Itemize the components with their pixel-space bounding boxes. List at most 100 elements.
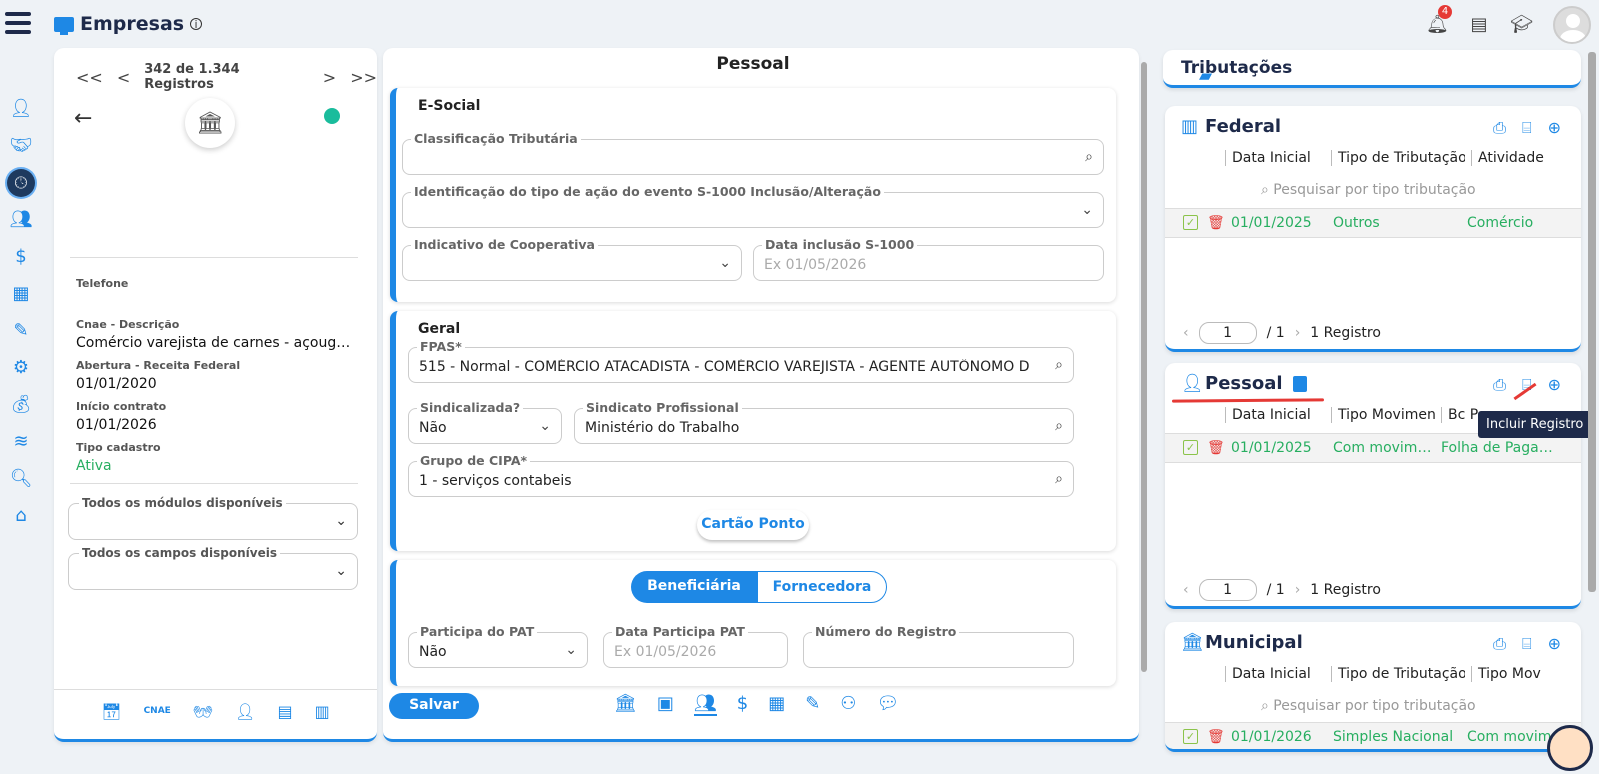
next-record-button[interactable]: > — [323, 68, 336, 87]
numero-registro-field[interactable]: Número do Registro — [803, 624, 1074, 668]
document-search-icon[interactable]: ⎙ — [1493, 634, 1506, 654]
chevron-down-icon: ⌄ — [719, 255, 731, 271]
calculator-icon[interactable]: ▦ — [0, 275, 42, 312]
cnae-button[interactable]: CNAE — [144, 702, 171, 721]
save-button[interactable]: Salvar — [389, 693, 479, 719]
user-avatar[interactable] — [1553, 6, 1591, 44]
person-settings-icon[interactable]: 👤︎ — [235, 702, 255, 721]
building-icon[interactable]: ▥ — [315, 702, 330, 721]
left-toolbar: 📅︎ CNAE 👐︎ 👤︎ ▤ ▥ — [54, 689, 377, 721]
check-icon[interactable]: ✓ — [1183, 215, 1198, 230]
badge-icon[interactable] — [1293, 376, 1307, 392]
menu-icon[interactable] — [5, 12, 31, 38]
document-search-icon[interactable]: ⎙ — [1493, 375, 1506, 395]
people-icon[interactable]: 👥︎ — [693, 693, 717, 716]
trash-icon[interactable]: 🗑︎ — [1207, 729, 1225, 745]
federal-pager: ‹ 1 / 1 › 1 Registro — [1183, 322, 1381, 344]
prev-page-icon[interactable]: ‹ — [1183, 582, 1189, 598]
cartao-ponto-button[interactable]: Cartão Ponto — [697, 510, 809, 540]
federal-search[interactable]: ⌕ Pesquisar por tipo tributação — [1261, 182, 1476, 198]
search-icon[interactable]: ⌕ — [1055, 471, 1063, 487]
handshake-icon[interactable]: 🤝︎ — [0, 127, 42, 164]
search-icon[interactable]: ⌕ — [1055, 418, 1063, 434]
participa-pat-select[interactable]: Participa do PAT Não ⌄ — [408, 624, 588, 668]
first-record-button[interactable]: << — [76, 68, 103, 87]
federal-actions: ⎙ ⌸ ⊕ — [1493, 118, 1561, 138]
last-record-button[interactable]: >> — [350, 68, 377, 87]
identificacao-select[interactable]: Identificação do tipo de ação do evento … — [402, 184, 1104, 228]
document-edit-icon[interactable]: ✎ — [805, 693, 820, 716]
classificacao-field[interactable]: Classificação Tributária ⌕ — [402, 131, 1104, 175]
scroll-icon[interactable]: ⌸ — [1522, 634, 1532, 654]
calendar-icon[interactable]: 📅︎ — [101, 702, 121, 721]
trash-icon[interactable]: 🗑︎ — [1207, 440, 1225, 456]
fpas-field[interactable]: FPAS* 515 - Normal - COMÉRCIO ATACADISTA… — [408, 339, 1074, 383]
document-search-icon[interactable]: ▤ — [1468, 14, 1490, 36]
invoice-icon[interactable]: ▣ — [657, 693, 674, 716]
module-toolbar: 🏛︎ ▣ 👥︎ $ ▦ ✎ ⚇ 💬︎ — [614, 693, 899, 716]
cooperativa-select[interactable]: Indicativo de Cooperativa ⌄ — [402, 237, 742, 281]
municipal-search[interactable]: ⌕ Pesquisar por tipo tributação — [1261, 698, 1476, 714]
calculator-icon[interactable]: ▦ — [768, 693, 785, 716]
hand-people-icon[interactable]: 👐︎ — [193, 702, 213, 721]
add-icon[interactable]: ⊕ — [1548, 375, 1561, 395]
tipo-value: Ativa — [76, 458, 112, 474]
search-icon[interactable]: ⌕ — [1085, 149, 1093, 165]
fields-select[interactable]: Todos os campos disponíveis ⌄ — [68, 546, 358, 590]
dollar-icon[interactable]: $ — [0, 238, 42, 275]
scroll-icon[interactable]: ⌸ — [1522, 118, 1532, 138]
chat-icon[interactable]: 💬︎ — [876, 693, 899, 716]
main-scrollbar[interactable] — [1139, 52, 1149, 688]
users-settings-icon[interactable]: 👤︎ — [0, 90, 42, 127]
trash-icon[interactable]: 🗑︎ — [1207, 215, 1225, 231]
next-page-icon[interactable]: › — [1295, 582, 1301, 598]
clock-icon[interactable]: 🕓︎ — [0, 164, 42, 201]
prev-record-button[interactable]: < — [117, 68, 130, 87]
table-icon[interactable]: ▤ — [277, 702, 292, 721]
prev-page-icon[interactable]: ‹ — [1183, 325, 1189, 341]
tab-beneficiaria[interactable]: Beneficiária — [631, 571, 757, 603]
tab-fornecedora[interactable]: Fornecedora — [757, 571, 887, 603]
pessoal-title: Pessoal — [1205, 373, 1283, 394]
cipa-field[interactable]: Grupo de CIPA* 1 - serviços contabeis ⌕ — [408, 453, 1074, 497]
home-icon[interactable]: ⌂ — [0, 497, 42, 534]
table-row[interactable]: ✓ 🗑︎ 01/01/2025 Outros Comércio — [1165, 208, 1581, 238]
data-inclusao-field[interactable]: Data inclusão S-1000 Ex 01/05/2026 — [753, 237, 1104, 281]
notification-badge: 4 — [1438, 5, 1452, 19]
search-icon[interactable]: ⌕ — [1055, 357, 1063, 373]
people-icon[interactable]: 👥︎ — [0, 201, 42, 238]
group-icon[interactable]: ⚇ — [840, 693, 856, 716]
chevron-down-icon: ⌄ — [565, 642, 577, 658]
check-icon[interactable]: ✓ — [1183, 729, 1198, 744]
assistant-avatar[interactable] — [1547, 725, 1593, 771]
dollar-icon[interactable]: $ — [737, 693, 748, 716]
sidebar: 👤︎ 🤝︎ 🕓︎ 👥︎ $ ▦ ✎ ⚙ 💰︎ ≋ 🔍︎ ⌂ — [0, 90, 42, 534]
monitor-icon — [54, 16, 74, 35]
back-arrow-icon[interactable]: ← — [74, 106, 92, 131]
right-scrollbar[interactable] — [1588, 52, 1596, 592]
status-dot — [324, 108, 340, 124]
info-icon[interactable]: i — [190, 18, 203, 31]
municipal-card: 🏛︎ Municipal ⎙ ⌸ ⊕ Data Inicial Tipo de … — [1165, 622, 1581, 752]
next-page-icon[interactable]: › — [1295, 325, 1301, 341]
check-icon[interactable]: ✓ — [1183, 440, 1198, 455]
table-row[interactable]: ✓ 🗑︎ 01/01/2026 Simples Nacional Com mov… — [1165, 722, 1581, 749]
data-participa-field[interactable]: Data Participa PAT Ex 01/05/2026 — [603, 624, 788, 668]
tributacoes-title: ▰ Tributações — [1181, 58, 1293, 86]
gear-icon[interactable]: ⚙ — [0, 349, 42, 386]
sindicalizada-select[interactable]: Sindicalizada? Não ⌄ — [408, 400, 562, 444]
pessoal-actions: ⎙ ⌸ ⊕ — [1493, 375, 1561, 395]
geral-card: Geral FPAS* 515 - Normal - COMÉRCIO ATAC… — [390, 311, 1116, 551]
document-search-icon[interactable]: ⎙ — [1493, 118, 1506, 138]
chevron-down-icon: ⌄ — [335, 513, 347, 529]
tools-icon[interactable]: ✎ — [0, 312, 42, 349]
money-bag-icon[interactable]: 💰︎ — [0, 386, 42, 423]
layers-icon[interactable]: ≋ — [0, 423, 42, 460]
modules-select[interactable]: Todos os módulos disponíveis ⌄ — [68, 496, 358, 540]
bank-icon[interactable]: 🏛︎ — [614, 693, 637, 716]
add-icon[interactable]: ⊕ — [1548, 118, 1561, 138]
graduation-cap-icon[interactable]: 🎓︎ — [1510, 14, 1533, 36]
search-icon[interactable]: 🔍︎ — [0, 460, 42, 497]
add-icon[interactable]: ⊕ — [1548, 634, 1561, 654]
sindicato-field[interactable]: Sindicato Profissional Ministério do Tra… — [574, 400, 1074, 444]
